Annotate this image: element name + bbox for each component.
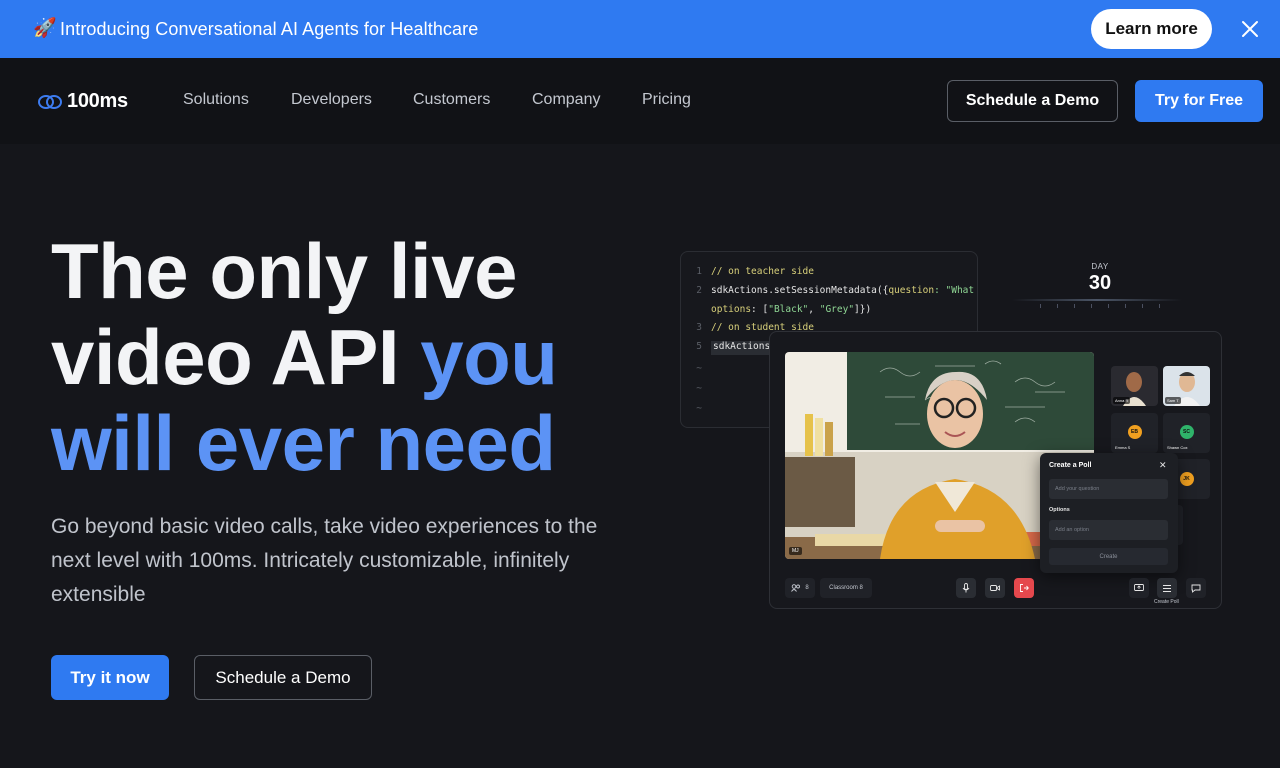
poll-icon bbox=[1163, 584, 1171, 592]
screenshare-button[interactable] bbox=[1129, 578, 1149, 598]
camera-icon bbox=[990, 585, 1000, 591]
participant-avatar: SC bbox=[1179, 425, 1194, 439]
close-icon[interactable]: ✕ bbox=[1159, 460, 1167, 471]
room-name-label: Classroom 8 bbox=[829, 585, 863, 591]
learn-more-button[interactable]: Learn more bbox=[1091, 9, 1212, 49]
participant-tile[interactable]: Anna R bbox=[1111, 366, 1158, 406]
participants-button[interactable]: 8 bbox=[785, 578, 815, 598]
participant-tile[interactable]: SC Shawn Cox bbox=[1163, 413, 1210, 453]
participant-name: Sam T bbox=[1165, 397, 1181, 404]
participant-tile[interactable]: Sam T bbox=[1163, 366, 1210, 406]
chat-icon bbox=[1191, 584, 1201, 593]
poll-create-button[interactable]: Create bbox=[1049, 548, 1168, 565]
try-it-now-button[interactable]: Try it now bbox=[51, 655, 169, 700]
code-text: sdkActions. bbox=[711, 341, 778, 355]
participants-count: 8 bbox=[805, 585, 809, 591]
banner-text[interactable]: Introducing Conversational AI Agents for… bbox=[60, 18, 478, 40]
poll-option-input[interactable]: Add an option bbox=[1049, 520, 1168, 540]
hero-title-line-1: The only live bbox=[51, 227, 517, 315]
poll-options-label: Options bbox=[1049, 507, 1070, 513]
participant-avatar: JK bbox=[1179, 472, 1194, 486]
participant-name: Anna R bbox=[1113, 397, 1131, 404]
leave-call-button[interactable] bbox=[1014, 578, 1034, 598]
brand-name: 100ms bbox=[67, 90, 128, 112]
people-icon bbox=[791, 584, 801, 592]
logo-icon bbox=[38, 94, 62, 109]
nav-solutions[interactable]: Solutions bbox=[183, 91, 249, 109]
screenshare-icon bbox=[1134, 583, 1144, 591]
hero-title-line-2: video API bbox=[51, 313, 421, 401]
close-icon[interactable] bbox=[1239, 18, 1261, 40]
tilde-marker: ~ bbox=[696, 403, 702, 414]
rocket-icon: 🚀 bbox=[33, 17, 57, 39]
nav-company[interactable]: Company bbox=[532, 91, 600, 109]
hero-title-accent-1: you bbox=[420, 313, 558, 401]
announcement-banner: 🚀 Introducing Conversational AI Agents f… bbox=[0, 0, 1280, 58]
line-number: 2 bbox=[696, 285, 702, 296]
day-number: 30 bbox=[1088, 272, 1112, 294]
code-line: 2 sdkActions.setSessionMetadata({question… bbox=[681, 285, 977, 299]
schedule-demo-button[interactable]: Schedule a Demo bbox=[947, 80, 1118, 122]
code-text: options: ["Black", "Grey"]}) bbox=[711, 304, 872, 315]
code-line: options: ["Black", "Grey"]}) bbox=[681, 304, 871, 318]
hero-subtitle: Go beyond basic video calls, take video … bbox=[51, 515, 598, 606]
day-ticks bbox=[1040, 304, 1160, 308]
microphone-button[interactable] bbox=[956, 578, 976, 598]
microphone-icon bbox=[962, 583, 970, 593]
create-poll-dialog: Create a Poll ✕ Add your question Option… bbox=[1040, 453, 1178, 573]
line-number: 3 bbox=[696, 322, 702, 333]
nav-developers[interactable]: Developers bbox=[291, 91, 372, 109]
line-number bbox=[681, 304, 711, 318]
main-video-label: MJ bbox=[789, 547, 802, 555]
hero-title-accent-2: will ever need bbox=[51, 399, 556, 487]
try-for-free-button[interactable]: Try for Free bbox=[1135, 80, 1263, 122]
chat-button[interactable] bbox=[1186, 578, 1206, 598]
nav-customers[interactable]: Customers bbox=[413, 91, 490, 109]
participant-name: Shawn Cox bbox=[1167, 445, 1188, 450]
schedule-demo-hero-button[interactable]: Schedule a Demo bbox=[194, 655, 372, 700]
line-number: 1 bbox=[696, 266, 702, 277]
participant-name: Emma S bbox=[1115, 445, 1131, 450]
line-number: 5 bbox=[696, 341, 702, 352]
code-line: 5 sdkActions. bbox=[681, 341, 778, 355]
hero-title: The only live video API you will ever ne… bbox=[51, 227, 558, 487]
participant-avatar: EB bbox=[1127, 425, 1142, 439]
create-poll-button[interactable] bbox=[1157, 578, 1177, 598]
poll-title: Create a Poll bbox=[1049, 462, 1092, 469]
brand-logo[interactable]: 100ms bbox=[38, 90, 128, 113]
room-name: Classroom 8 bbox=[820, 578, 872, 598]
tilde-marker: ~ bbox=[696, 363, 702, 374]
day-timeline bbox=[1012, 299, 1182, 301]
code-text: // on teacher side bbox=[711, 266, 814, 277]
nav-pricing[interactable]: Pricing bbox=[642, 91, 691, 109]
poll-question-input[interactable]: Add your question bbox=[1049, 479, 1168, 499]
code-text: sdkActions.setSessionMetadata({question:… bbox=[711, 285, 977, 296]
camera-button[interactable] bbox=[985, 578, 1005, 598]
day-label: DAY bbox=[1091, 262, 1109, 271]
tilde-marker: ~ bbox=[696, 383, 702, 394]
leave-icon bbox=[1020, 584, 1029, 592]
create-poll-caption: Create Poll bbox=[1154, 599, 1179, 605]
code-line: 1 // on teacher side bbox=[681, 266, 814, 280]
participant-tile[interactable]: EB Emma S bbox=[1111, 413, 1158, 453]
